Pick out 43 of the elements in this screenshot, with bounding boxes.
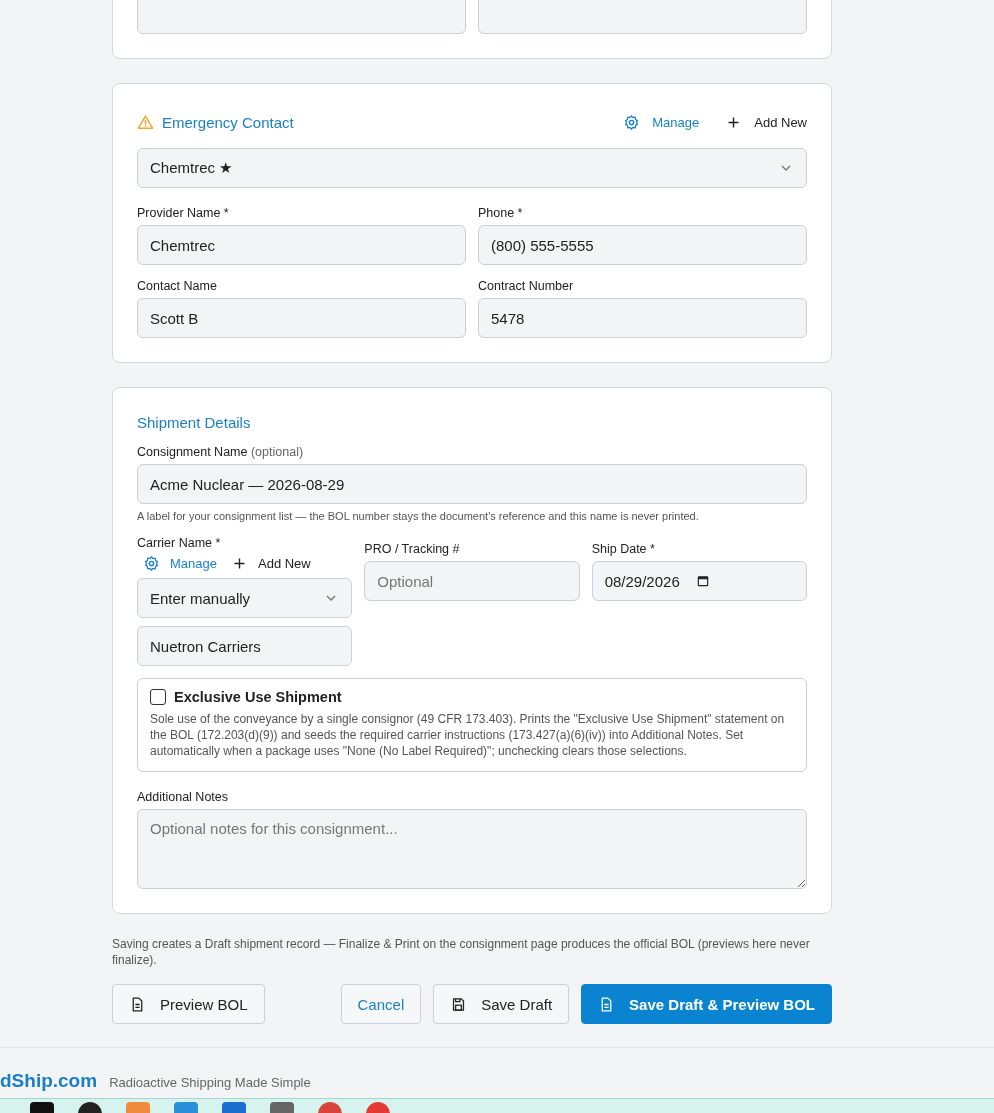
input-field[interactable]: Optional [364,561,580,601]
manage-button[interactable]: Manage [143,555,217,572]
section-title: Shipment Details [137,414,252,431]
field-label: Consignment Name (optional) [137,445,305,459]
taskbar-app-icon[interactable] [78,1102,102,1113]
field-label: PRO / Tracking # [364,542,461,556]
warning-icon [137,113,154,131]
brand-name: dShip.com [0,1070,98,1092]
provider-dropdown[interactable]: Chemtrec ★ [137,148,807,188]
input-field[interactable]: Acme Nuclear — 2026-08-29 [137,464,807,504]
help-text: A label for your consignment list — the BOL number stays the document's reference and this name is never printed. [137,510,700,522]
input-field[interactable]: Scott B [137,298,466,338]
checkbox-label: Exclusive Use Shipment [174,689,342,705]
preview-bol-button[interactable]: Preview BOL [112,984,265,1024]
input-field[interactable]: (800) 555-5555 [478,225,807,265]
add-new-button[interactable]: Add New [231,555,311,572]
input-field[interactable]: 5478 [478,298,807,338]
calendar-icon[interactable] [695,574,710,588]
field-label: Phone * [478,206,524,220]
field-label: Provider Name * [137,206,230,220]
input-field[interactable]: Chemtrec [137,225,466,265]
date-field[interactable]: 08/29/2026 [591,561,807,601]
add-new-button[interactable]: Add New [725,113,807,131]
field-label: Contact Name [137,279,218,293]
save-draft-button[interactable]: Save Draft [433,984,570,1024]
field-label: Contract Number [478,279,575,293]
save-preview-button[interactable]: Save Draft & Preview BOL [581,984,832,1024]
manage-button[interactable]: Manage [623,113,700,131]
tagline: Radioactive Shipping Made Simple [109,1075,311,1090]
checkbox[interactable] [150,689,166,705]
field-label: Carrier Name * [137,536,222,550]
field-label: Additional Notes [137,790,230,804]
gear-icon [623,113,641,131]
field-label: Ship Date * [591,542,656,556]
taskbar-app-icon[interactable] [30,1102,54,1113]
input-field[interactable]: Nuetron Carriers [137,626,353,666]
carrier-dropdown[interactable]: Enter manually [137,578,353,618]
section-title: Emergency Contact [162,113,294,131]
gear-icon [143,555,160,572]
notes-field[interactable]: Optional notes for this consignment... [137,809,807,889]
save-note: Saving creates a Draft shipment record — Finalize & Print on the consignment page produces the official BOL (previews here never finalize). [112,936,811,968]
cancel-button[interactable]: Cancel [340,984,422,1024]
description-text: Sole use of the conveyance by a single consignor (49 CFR 173.403). Prints the "Exclusive Use Shipment" statement on the BOL (172.203(d)(9)) and seeds the required carrier instructions (173.427(a)(6)(iv)) into Additional Notes. Set automatically when a package uses "None (No Label Required)"; unchecking clears those selections. [150,711,786,759]
